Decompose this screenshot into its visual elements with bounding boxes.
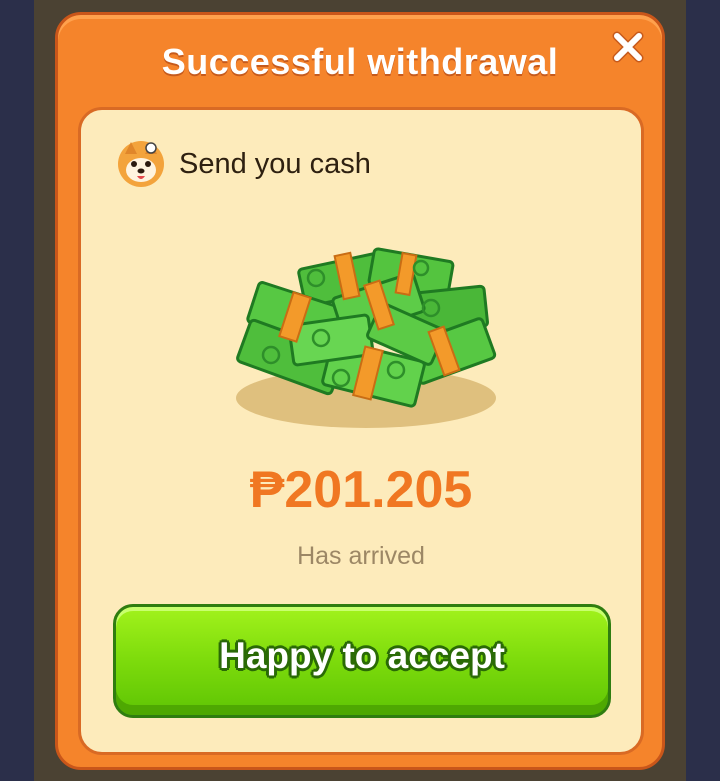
money-stack-icon (236, 247, 497, 428)
dog-avatar-icon (118, 141, 164, 187)
close-button[interactable] (610, 29, 646, 65)
accept-button-label: Happy to accept (219, 635, 505, 676)
accept-button[interactable]: Happy to accept (113, 604, 611, 718)
sender-row: Send you cash (117, 140, 371, 188)
content-card: Send you cash ₱201.205 Has arrived Happy… (78, 107, 644, 755)
withdrawal-dialog: Successful withdrawal Send you cash ₱201… (55, 12, 665, 770)
cash-amount: ₱201.205 (249, 461, 473, 519)
dialog-title: Successful withdrawal (161, 41, 559, 82)
arrival-status: Has arrived (297, 542, 425, 570)
sender-text: Send you cash (179, 147, 371, 180)
close-icon (612, 31, 644, 63)
